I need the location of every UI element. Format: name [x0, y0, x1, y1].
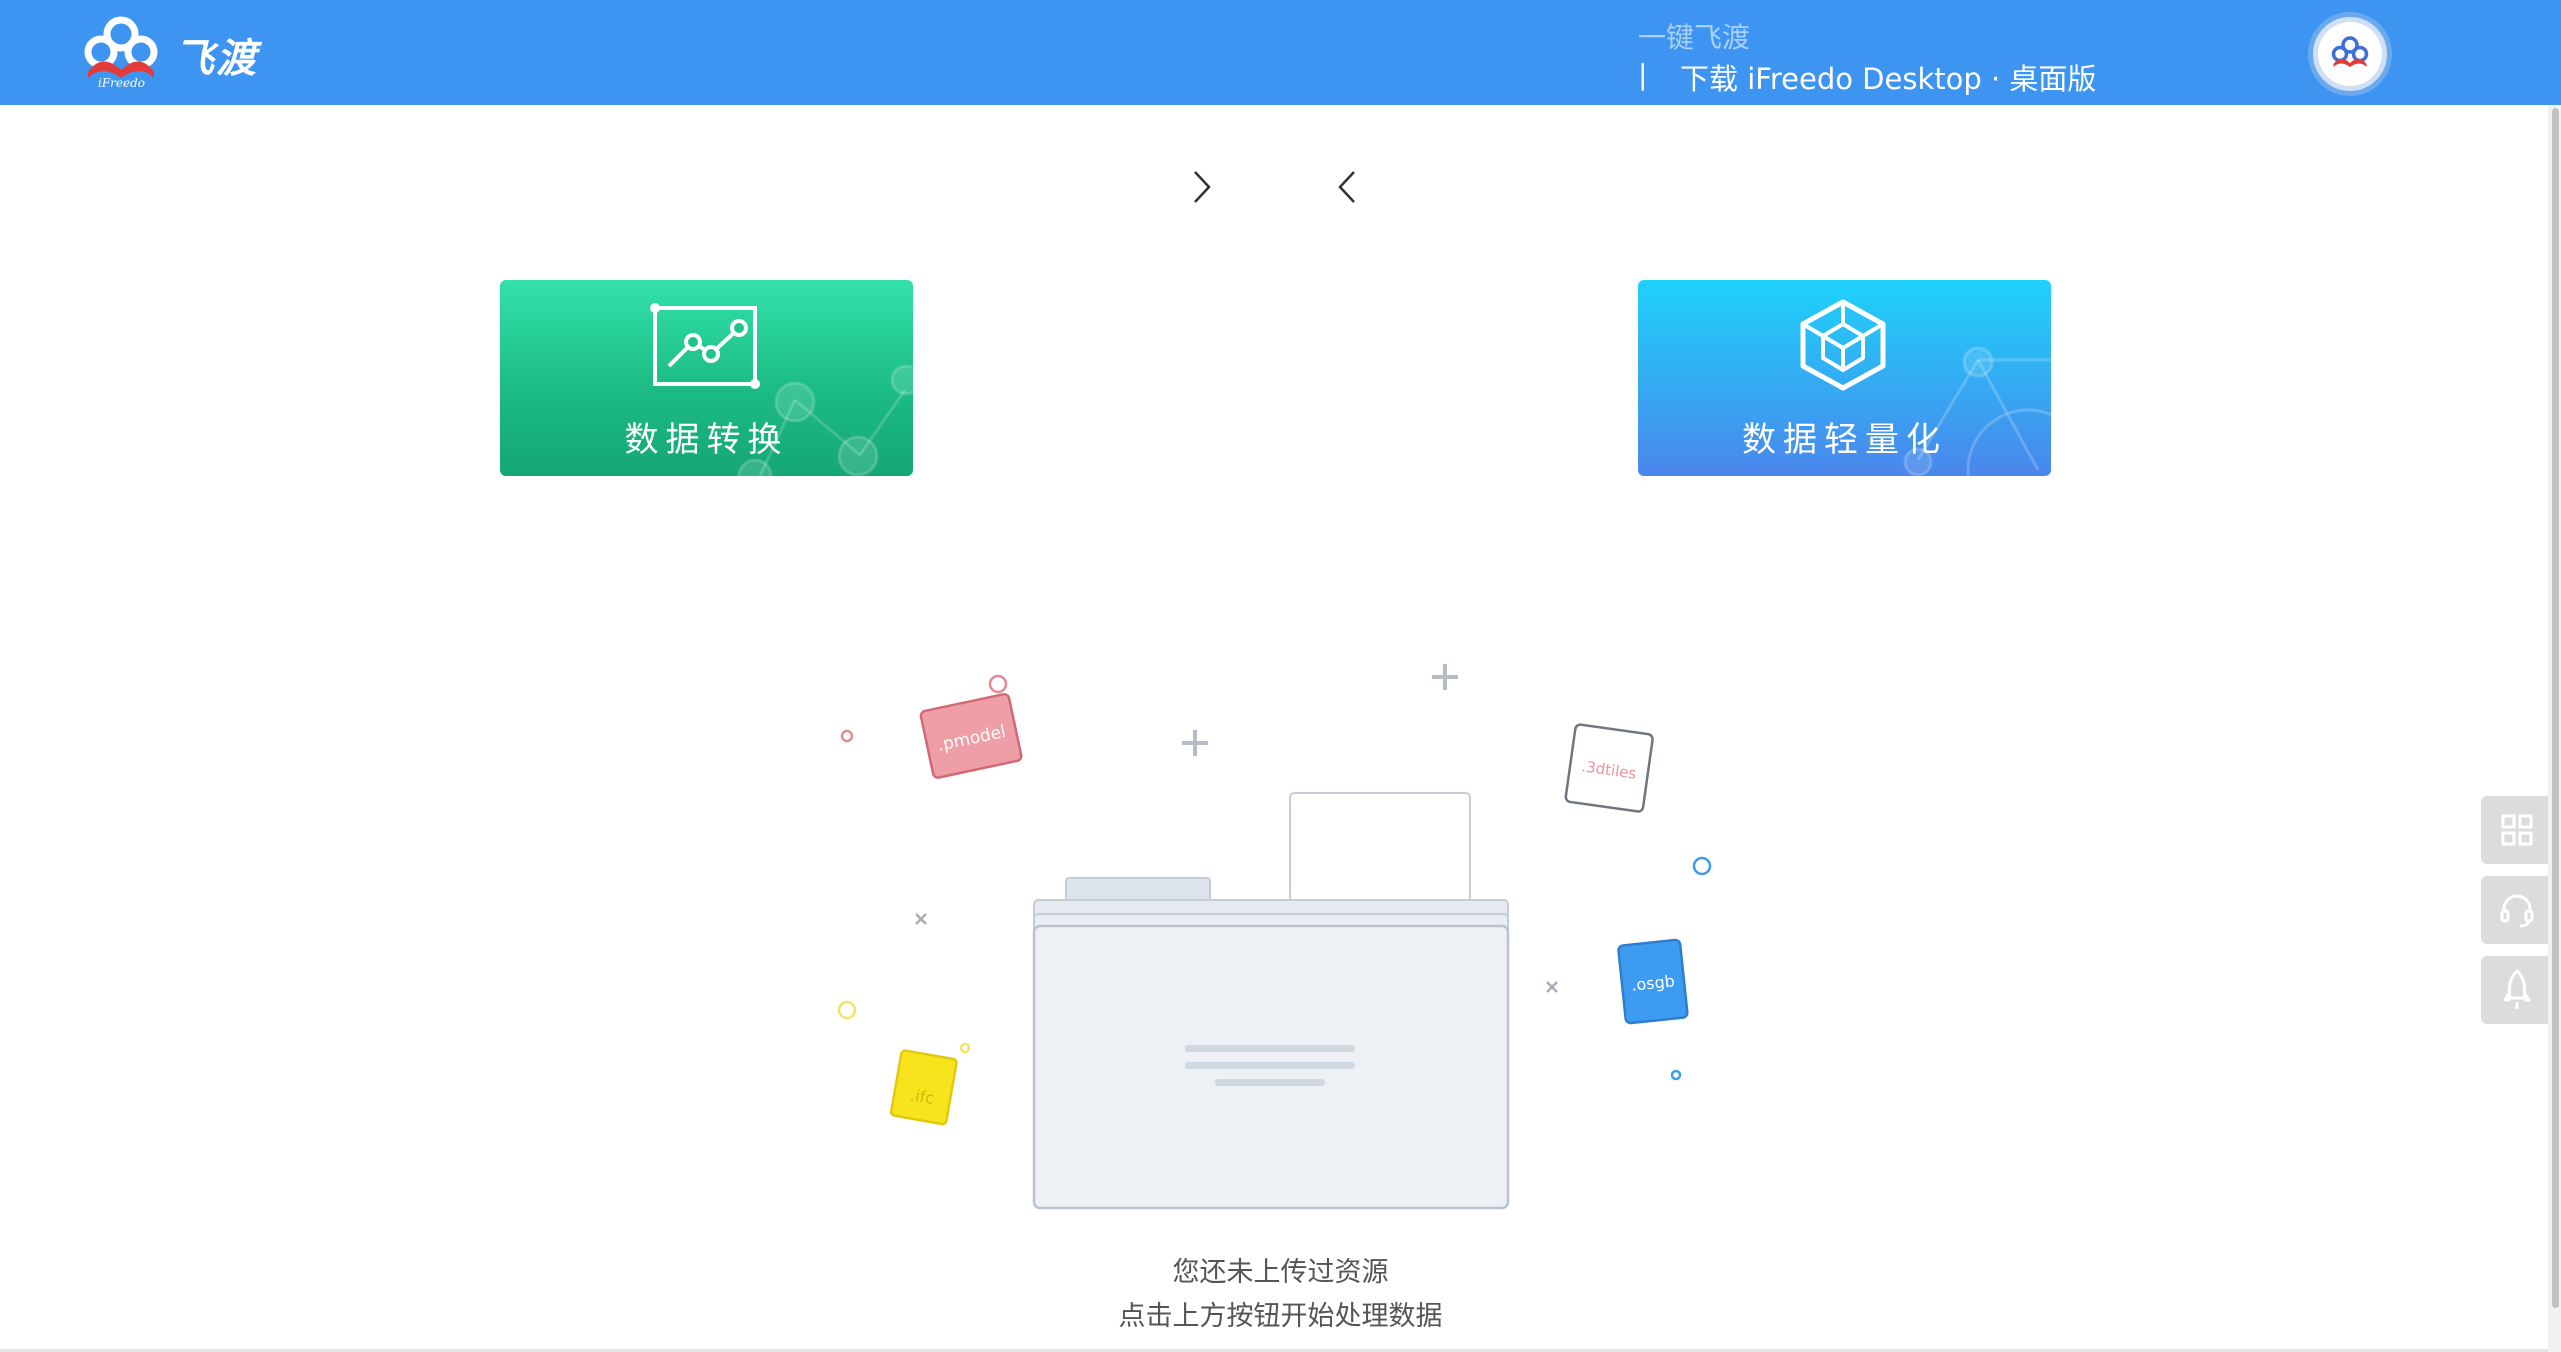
carousel-prev-button[interactable]	[1322, 162, 1372, 212]
customer-support-button[interactable]	[2481, 876, 2553, 944]
empty-state-hint: 点击上方按钮开始处理数据	[1118, 1301, 1443, 1332]
apps-grid-button[interactable]	[2481, 796, 2553, 864]
pmodel-file-tag: .pmodel	[919, 692, 1023, 779]
user-avatar-icon	[2331, 36, 2369, 67]
header-tagline: 一键飞渡	[1638, 21, 1751, 54]
page-scrollbar-thumb[interactable]	[2552, 108, 2559, 1308]
3dtiles-file-tag: .3dtiles	[1564, 723, 1654, 813]
empty-folder-illustration: .pmodel .3dtiles .osgb .ifc	[837, 664, 1712, 1210]
download-desktop-link[interactable]: 下载 iFreedo Desktop · 桌面版	[1680, 56, 2096, 98]
data-lightweight-label: 数据轻量化	[1742, 420, 1947, 460]
data-lightweight-card[interactable]: 数据轻量化	[1638, 280, 2051, 476]
chart-line-icon	[650, 303, 760, 389]
carousel-next-button[interactable]	[1177, 162, 1227, 212]
top-header: 飞渡 iFreedo 一键飞渡 | 下载 iFreedo Desktop · 桌…	[0, 0, 2561, 105]
user-avatar[interactable]	[2308, 12, 2392, 96]
cube-icon	[1800, 299, 1886, 391]
header-separator: |	[1638, 58, 1648, 91]
data-convert-card[interactable]: 数据转换	[500, 280, 913, 476]
empty-state-title: 您还未上传过资源	[1172, 1257, 1389, 1288]
app-logo[interactable]: 飞渡 iFreedo	[82, 12, 312, 94]
logo-text: 飞渡	[174, 36, 258, 82]
grid-apps-icon	[2501, 814, 2533, 846]
logo-subtext: iFreedo	[98, 76, 146, 90]
osgb-file-tag: .osgb	[1617, 938, 1689, 1025]
headset-icon	[2500, 894, 2534, 928]
ifc-file-tag: .ifc	[889, 1049, 958, 1126]
chevron-right-icon	[1194, 171, 1211, 203]
back-to-top-button[interactable]	[2481, 956, 2553, 1024]
rocket-icon	[2503, 969, 2531, 1009]
chevron-left-icon	[1338, 171, 1355, 203]
data-convert-label: 数据转换	[624, 420, 789, 460]
plus-decoration	[1182, 664, 1458, 756]
